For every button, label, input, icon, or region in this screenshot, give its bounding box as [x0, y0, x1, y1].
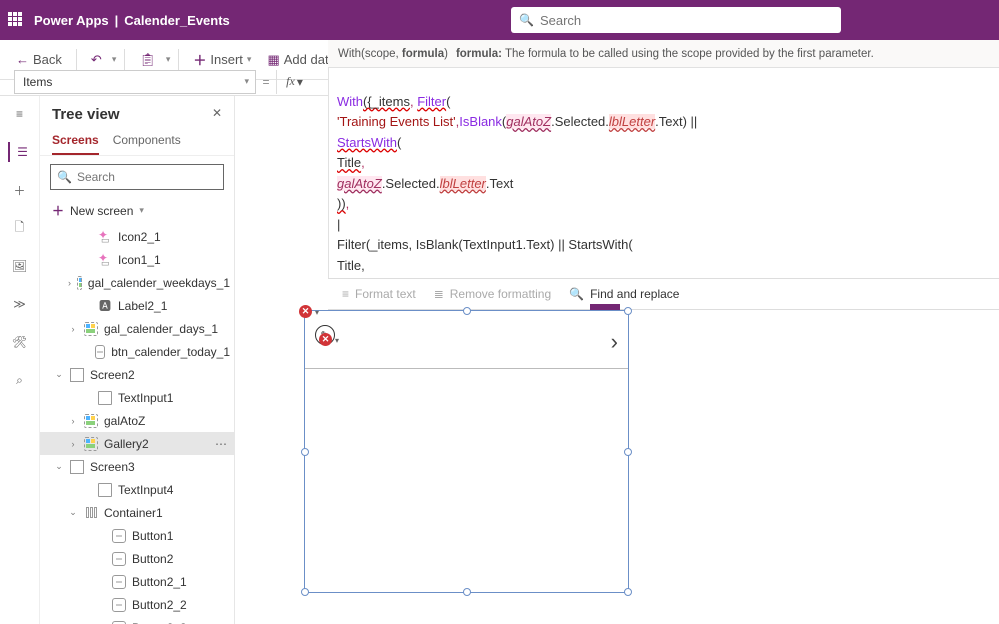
remove-format-icon: ≣ — [434, 287, 444, 301]
resize-handle[interactable] — [301, 588, 309, 596]
tree-item-screen2[interactable]: ⌄Screen2 — [40, 363, 234, 386]
property-selector[interactable]: Items ▾ — [14, 70, 256, 94]
find-replace-button[interactable]: 🔍Find and replace — [569, 287, 679, 301]
canvas[interactable]: › ✕ ▾ ✕ ▾ — [294, 310, 989, 614]
formula-signature: With(scope, formula) — [338, 48, 448, 60]
formula-info-bar: With(scope, formula) formula: The formul… — [328, 40, 999, 68]
tree-search-input[interactable] — [77, 170, 217, 184]
rail-media-icon[interactable]: 🖼 — [8, 256, 32, 276]
tree-title: Tree view — [52, 106, 120, 123]
tree-item-screen3[interactable]: ⌄Screen3 — [40, 455, 234, 478]
tree-item-button22[interactable]: Button2_2 — [40, 593, 234, 616]
rail-data-icon[interactable]: 🗋 — [8, 218, 32, 238]
resize-handle[interactable] — [624, 307, 632, 315]
equals-label: = — [256, 75, 276, 89]
property-selected: Items — [23, 75, 52, 89]
tree-item-container1[interactable]: ⌄Container1 — [40, 501, 234, 524]
paste-chevron-icon[interactable]: ▾ — [166, 54, 171, 65]
tree-item-button2[interactable]: Button2 — [40, 547, 234, 570]
global-search[interactable]: 🔍 — [511, 7, 841, 33]
remove-formatting-button: ≣Remove formatting — [434, 287, 551, 301]
tree-search[interactable]: 🔍 — [50, 164, 224, 190]
title-sep: | — [115, 13, 119, 28]
search-icon: 🔍 — [519, 13, 534, 27]
tree-item-galatoz[interactable]: ›galAtoZ — [40, 409, 234, 432]
chevron-right-icon[interactable]: › — [611, 329, 618, 355]
param-desc: The formula to be called using the scope… — [505, 48, 874, 60]
tree-item-galdays[interactable]: ›gal_calender_days_1 — [40, 317, 234, 340]
undo-chevron-icon[interactable]: ▾ — [112, 54, 117, 65]
resize-handle[interactable] — [301, 448, 309, 456]
tree-item-gallery2[interactable]: ›Gallery2⋯ — [40, 432, 234, 455]
rail-hamburger-icon[interactable]: ≡ — [8, 104, 32, 124]
tree-view: Tree view ✕ Screens Components 🔍 ＋New sc… — [40, 96, 235, 624]
tree-item-more-icon[interactable]: ⋯ — [215, 437, 228, 451]
format-icon: ≡ — [342, 287, 349, 301]
error-chevron-icon[interactable]: ▾ — [315, 308, 319, 317]
gallery-template-row[interactable]: › — [305, 311, 628, 369]
tree-item-textinput1[interactable]: TextInput1 — [40, 386, 234, 409]
tab-screens[interactable]: Screens — [52, 127, 99, 155]
back-label: Back — [33, 52, 62, 67]
find-icon: 🔍 — [569, 287, 584, 301]
tree-list: Icon2_1 Icon1_1 ›gal_calender_weekdays_1… — [40, 225, 234, 624]
fx-button[interactable]: fx▾ — [276, 70, 312, 94]
format-text-button: ≡Format text — [342, 287, 416, 301]
search-icon: 🔍 — [57, 170, 72, 184]
param-label: formula: — [456, 48, 502, 60]
error-badge-icon[interactable]: ✕ — [319, 333, 332, 346]
rail-tools-icon[interactable]: 🛠 — [8, 332, 32, 352]
rail-flows-icon[interactable]: ≫ — [8, 294, 32, 314]
selection-accent — [590, 304, 620, 310]
tree-close-icon[interactable]: ✕ — [212, 106, 222, 123]
tree-item-icon2[interactable]: Icon2_1 — [40, 225, 234, 248]
title-bar: Power Apps | Calender_Events 🔍 — [0, 0, 999, 40]
product-name: Power Apps — [34, 13, 109, 28]
waffle-icon[interactable] — [8, 12, 24, 28]
error-chevron-icon[interactable]: ▾ — [335, 336, 339, 345]
left-rail: ≡ ☰ ＋ 🗋 🖼 ≫ 🛠 ⌕ — [0, 96, 40, 624]
formula-editor[interactable]: With({_items, Filter( 'Training Events L… — [328, 68, 999, 278]
rail-insert-icon[interactable]: ＋ — [8, 180, 32, 200]
resize-handle[interactable] — [624, 588, 632, 596]
global-search-input[interactable] — [540, 13, 833, 28]
resize-handle[interactable] — [624, 448, 632, 456]
tree-item-textinput4[interactable]: TextInput4 — [40, 478, 234, 501]
tree-item-galweek[interactable]: ›gal_calender_weekdays_1 — [40, 271, 234, 294]
tree-item-button23[interactable]: Button2_3 — [40, 616, 234, 624]
rail-search-icon[interactable]: ⌕ — [8, 370, 32, 390]
resize-handle[interactable] — [463, 588, 471, 596]
app-name: Calender_Events — [124, 13, 230, 28]
tree-item-label2[interactable]: 🅰Label2_1 — [40, 294, 234, 317]
insert-label: Insert — [210, 52, 243, 67]
resize-handle[interactable] — [463, 307, 471, 315]
selected-gallery[interactable]: › ✕ ▾ ✕ ▾ — [304, 310, 629, 593]
tab-components[interactable]: Components — [113, 127, 181, 155]
tree-item-btntoday[interactable]: btn_calender_today_1 — [40, 340, 234, 363]
editor-footer: ≡Format text ≣Remove formatting 🔍Find an… — [328, 278, 999, 310]
chevron-down-icon: ▾ — [244, 76, 249, 87]
new-screen-button[interactable]: ＋New screen▾ — [40, 198, 234, 225]
tree-item-icon1[interactable]: Icon1_1 — [40, 248, 234, 271]
rail-tree-icon[interactable]: ☰ — [8, 142, 32, 162]
error-badge-icon[interactable]: ✕ — [299, 305, 312, 318]
tree-item-button1[interactable]: Button1 — [40, 524, 234, 547]
tree-item-button21[interactable]: Button2_1 — [40, 570, 234, 593]
